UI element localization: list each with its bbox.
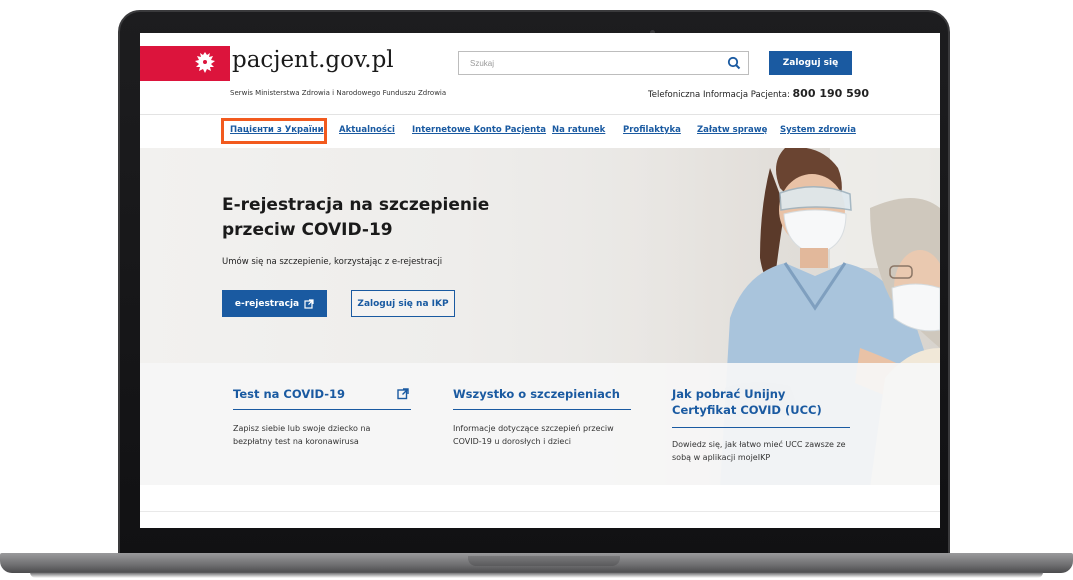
- hero-subtitle: Umów się na szczepienie, korzystając z e…: [222, 257, 443, 267]
- patient-phone-info: Telefoniczna Informacja Pacjenta: 800 19…: [648, 87, 869, 100]
- browser-screen: pacjent.gov.pl Serwis Ministerstwa Zdrow…: [140, 33, 940, 528]
- external-link-icon[interactable]: [397, 388, 409, 400]
- hero-title: E-rejestracja na szczepienie przeciw COV…: [222, 195, 490, 240]
- card-divider: [453, 409, 631, 410]
- phone-number[interactable]: 800 190 590: [793, 87, 870, 100]
- bottom-divider: [140, 511, 940, 512]
- laptop-notch: [468, 556, 620, 566]
- external-link-icon: [304, 298, 314, 309]
- nav-item-ukraine-patients[interactable]: Пацієнти з України: [230, 125, 324, 135]
- nav-item-health-system[interactable]: System zdrowia: [780, 125, 856, 135]
- card-covid-test-title[interactable]: Test na COVID-19: [233, 386, 345, 402]
- page-bottom-area: [140, 485, 940, 528]
- card-vaccination-title[interactable]: Wszystko o szczepieniach: [453, 386, 620, 402]
- nav-item-prevention[interactable]: Profilaktyka: [623, 125, 681, 135]
- search-box: [458, 51, 749, 75]
- nav-item-emergency[interactable]: Na ratunek: [552, 125, 605, 135]
- card-covid-test-text: Zapisz siebie lub swoje dziecko na bezpł…: [233, 424, 371, 446]
- nav-item-ikp[interactable]: Internetowe Konto Pacjenta: [412, 125, 546, 135]
- login-button[interactable]: Zaloguj się: [769, 51, 852, 75]
- search-icon[interactable]: [727, 56, 741, 70]
- card-ucc-text: Dowiedz się, jak łatwo mieć UCC zawsze z…: [672, 440, 846, 462]
- eagle-emblem-icon: [195, 52, 215, 73]
- site-subtitle: Serwis Ministerstwa Zdrowia i Narodowego…: [230, 89, 447, 97]
- header-divider: [140, 114, 940, 115]
- laptop-shadow: [30, 572, 1043, 578]
- card-ucc-title[interactable]: Jak pobrać Unijny Certyfikat COVID (UCC): [672, 386, 852, 418]
- card-divider: [672, 427, 850, 428]
- nav-item-news[interactable]: Aktualności: [339, 125, 395, 135]
- e-registration-label: e-rejestracja: [234, 298, 300, 309]
- card-divider: [233, 409, 411, 410]
- e-registration-button[interactable]: e-rejestracja: [222, 290, 327, 317]
- card-vaccination-text: Informacje dotyczące szczepień przeciw C…: [453, 424, 614, 446]
- search-input[interactable]: [459, 52, 719, 74]
- ikp-login-button[interactable]: Zaloguj się na IKP: [351, 290, 455, 317]
- nav-item-matters[interactable]: Załatw sprawę: [697, 125, 767, 135]
- site-logo[interactable]: pacjent.gov.pl: [232, 47, 394, 73]
- phone-label: Telefoniczna Informacja Pacjenta:: [648, 90, 790, 100]
